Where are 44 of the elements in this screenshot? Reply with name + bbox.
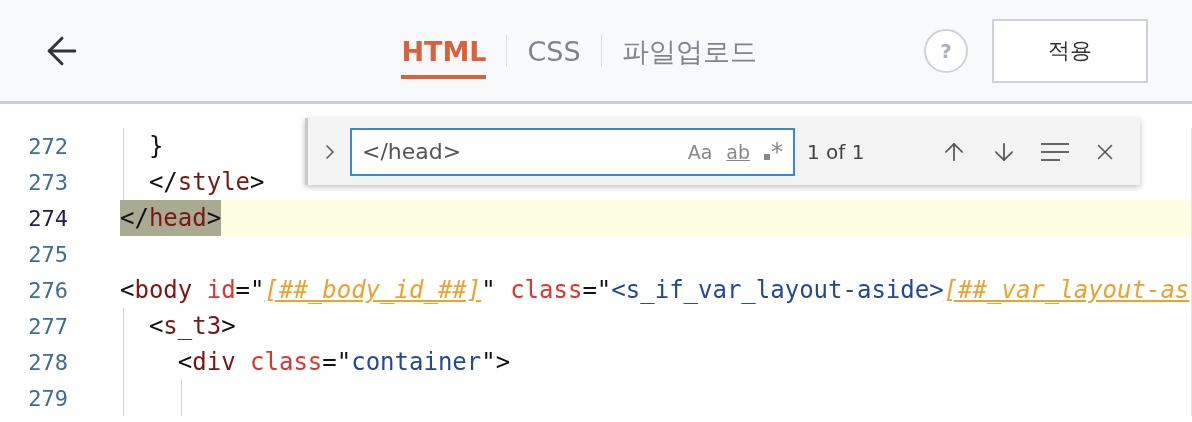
match-count: 1 of 1: [807, 139, 866, 164]
code-token: container: [351, 347, 482, 378]
line-number: 274: [27, 205, 68, 231]
code-token: </: [147, 167, 178, 198]
line-number: 278: [27, 349, 68, 375]
line-number: 272: [27, 133, 68, 159]
code-token: div: [192, 347, 236, 378]
find-option-button[interactable]: Aa: [685, 140, 715, 163]
line-number: 273: [27, 169, 68, 195]
editor-tab[interactable]: CSS: [527, 26, 581, 79]
code-token: <: [120, 275, 135, 306]
find-option-button[interactable]: ab: [724, 140, 752, 163]
help-button[interactable]: ?: [924, 28, 968, 73]
code-token: ">: [481, 347, 511, 378]
line-number: 279: [27, 385, 68, 411]
find-field[interactable]: </head> Aa ab *: [350, 127, 795, 176]
line-number: 275: [27, 241, 68, 267]
line-number: 276: [27, 277, 68, 303]
code-token: </: [120, 200, 149, 236]
code-token: s_t3: [163, 311, 222, 342]
code-token: style: [177, 167, 251, 198]
code-token: [##_body_id_##]: [264, 275, 482, 306]
line-number: 277: [27, 313, 68, 339]
find-in-selection-button[interactable]: [1040, 140, 1070, 163]
apply-button[interactable]: 적용: [992, 18, 1148, 83]
code-token: <s_if_var_layout-aside>: [611, 275, 944, 306]
code-token: class: [509, 275, 583, 306]
code-token: }: [147, 131, 164, 162]
code-token: id: [205, 275, 236, 306]
code-token: >: [250, 167, 265, 198]
code-token: =": [235, 275, 265, 306]
find-option-button[interactable]: *: [762, 137, 785, 166]
code-token: <: [176, 347, 193, 378]
code-token: [##_var_layout-as: [943, 275, 1190, 306]
code-token: <: [147, 311, 164, 342]
code-token: =": [582, 275, 612, 306]
code-token: class: [249, 347, 323, 378]
editor-tab[interactable]: 파일업로드: [621, 23, 757, 82]
code-token: >: [221, 311, 236, 342]
code-token: head: [148, 200, 207, 236]
editor-tab[interactable]: HTML: [401, 26, 487, 79]
code-token: body: [134, 275, 193, 306]
code-token: ": [481, 275, 496, 306]
code-token: =": [322, 347, 352, 378]
